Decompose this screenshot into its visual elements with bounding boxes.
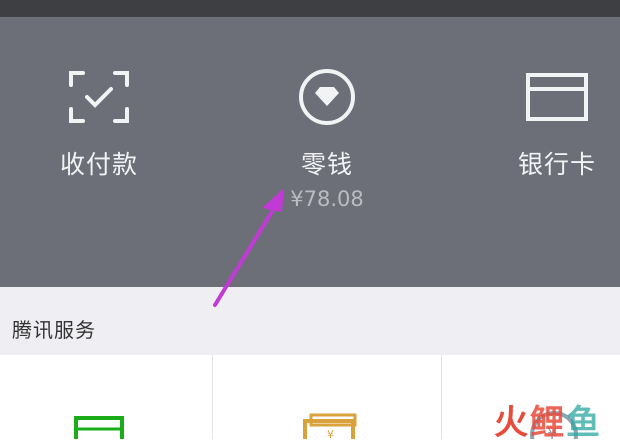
bank-card-label: 银行卡 [517, 150, 596, 179]
card-repay-icon [74, 416, 124, 439]
service-tile-wealth[interactable]: ¥ [213, 355, 441, 439]
watermark-char-1: 火 [494, 403, 530, 443]
status-bar [0, 0, 620, 17]
section-title: 腾讯服务 [12, 318, 96, 342]
scan-qr-check-icon [69, 71, 129, 123]
bank-card-icon [526, 73, 588, 121]
change-amount: ¥78.08 [290, 187, 364, 211]
change-balance-button[interactable]: 零钱 ¥78.08 [252, 17, 402, 287]
svg-text:¥: ¥ [327, 428, 334, 439]
wealth-wallet-icon: ¥ [303, 413, 357, 439]
service-tile-credit-card[interactable] [0, 355, 212, 439]
wallet-header: 收付款 零钱 ¥78.08 银行卡 [0, 17, 620, 287]
tencent-services-header: 腾讯服务 [0, 287, 620, 355]
watermark-char-3: 鱼 [566, 403, 602, 443]
watermark-char-2: 鲤 [530, 403, 566, 443]
receive-pay-label: 收付款 [59, 150, 138, 179]
bank-card-button[interactable]: 银行卡 [482, 17, 620, 287]
change-label: 零钱 [300, 150, 353, 179]
site-watermark: 火鲤鱼 [494, 395, 602, 444]
receive-pay-button[interactable]: 收付款 [24, 17, 174, 287]
diamond-circle-icon [299, 69, 355, 125]
